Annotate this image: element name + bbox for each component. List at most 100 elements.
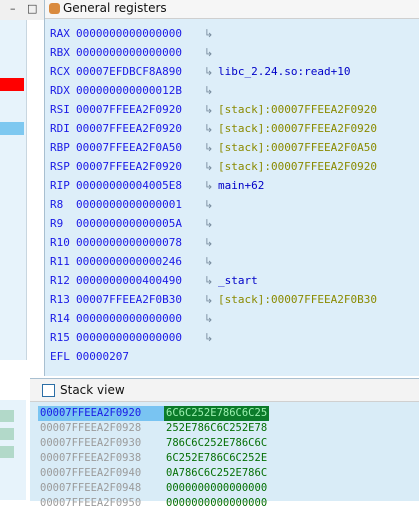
register-row[interactable]: RDI 00007FFEEA2F0920 ↳ [stack]:00007FFEEA2F… <box>50 119 377 138</box>
register-name: RSI <box>50 103 70 116</box>
stack-value: 786C6C252E786C6C <box>166 437 268 449</box>
register-value[interactable]: 00007FFEEA2F0920 <box>76 119 204 138</box>
register-name: R15 <box>50 331 70 344</box>
register-row[interactable]: RCX 00007EFDBCF8A890 ↳ libc_2.24.so:read+10 <box>50 62 377 81</box>
stack-row[interactable]: 00007FFEEA2F0928 252E786C6C252E78 <box>38 421 269 436</box>
stack-address: 00007FFEEA2F0920 <box>38 406 164 421</box>
register-name: R12 <box>50 274 70 287</box>
jump-arrow-icon[interactable]: ↳ <box>204 233 218 252</box>
register-comment: [stack]:00007FFEEA2F0920 <box>218 122 377 135</box>
register-value[interactable]: 000000000000005A <box>76 214 204 233</box>
register-name: RAX <box>50 27 70 40</box>
register-row[interactable]: RBX 0000000000000000 ↳ <box>50 43 377 62</box>
register-name: R8 <box>50 198 64 211</box>
register-row[interactable]: EFL 00000207 <box>50 347 377 366</box>
stack-row[interactable]: 00007FFEEA2F0938 6C252E786C6C252E <box>38 451 269 466</box>
jump-arrow-icon[interactable]: ↳ <box>204 309 218 328</box>
jump-arrow-icon[interactable]: ↳ <box>204 157 218 176</box>
row-marker <box>0 428 14 440</box>
stack-address: 00007FFEEA2F0938 <box>40 452 142 464</box>
left-pane-strip <box>0 0 27 360</box>
jump-arrow-icon[interactable]: ↳ <box>204 81 218 100</box>
stack-value: 6C252E786C6C252E <box>166 452 268 464</box>
register-row[interactable]: RDX 000000000000012B ↳ <box>50 81 377 100</box>
register-row[interactable]: R9 000000000000005A ↳ <box>50 214 377 233</box>
register-name: RDX <box>50 84 70 97</box>
register-value[interactable]: 0000000000000000 <box>76 309 204 328</box>
restore-button[interactable]: □ <box>27 2 37 15</box>
register-name: R10 <box>50 236 70 249</box>
register-row[interactable]: R8 0000000000000001 ↳ <box>50 195 377 214</box>
jump-arrow-icon[interactable]: ↳ <box>204 328 218 347</box>
row-marker <box>0 446 14 458</box>
register-value[interactable]: 00007FFEEA2F0920 <box>76 157 204 176</box>
register-name: R9 <box>50 217 64 230</box>
register-row[interactable]: R14 0000000000000000 ↳ <box>50 309 377 328</box>
general-registers-panel: General registers RAX 0000000000000000 ↳ RB… <box>44 0 419 376</box>
register-value[interactable]: 0000000000000000 <box>76 328 204 347</box>
left-pane-controls: – □ <box>0 0 44 20</box>
register-row[interactable]: R11 0000000000000246 ↳ <box>50 252 377 271</box>
register-row[interactable]: R15 0000000000000000 ↳ <box>50 328 377 347</box>
jump-arrow-icon[interactable]: ↳ <box>204 214 218 233</box>
register-row[interactable]: RSI 00007FFEEA2F0920 ↳ [stack]:00007FFEEA2F… <box>50 100 377 119</box>
stack-address: 00007FFEEA2F0940 <box>40 467 142 479</box>
register-row[interactable]: RAX 0000000000000000 ↳ <box>50 24 377 43</box>
register-name: RBP <box>50 141 70 154</box>
register-value[interactable]: 0000000000400490 <box>76 271 204 290</box>
panel-title: General registers <box>63 1 167 15</box>
minimize-button[interactable]: – <box>10 2 16 15</box>
stack-row-list: 00007FFEEA2F0920 6C6C252E786C6C25 00007FFE… <box>38 406 270 511</box>
register-comment: main+62 <box>218 179 265 192</box>
register-row[interactable]: R12 0000000000400490 ↳ _start <box>50 271 377 290</box>
stack-value: 0000000000000000 <box>166 497 268 509</box>
register-row[interactable]: R10 0000000000000078 ↳ <box>50 233 377 252</box>
register-value[interactable]: 00000000004005E8 <box>76 176 204 195</box>
register-value[interactable]: 0000000000000078 <box>76 233 204 252</box>
register-value[interactable]: 0000000000000246 <box>76 252 204 271</box>
jump-arrow-icon[interactable]: ↳ <box>204 100 218 119</box>
jump-arrow-icon[interactable]: ↳ <box>204 62 218 81</box>
register-comment: [stack]:00007FFEEA2F0A50 <box>218 141 377 154</box>
register-row[interactable]: RIP 00000000004005E8 ↳ main+62 <box>50 176 377 195</box>
stack-row[interactable]: 00007FFEEA2F0948 0000000000000000 <box>38 481 269 496</box>
stack-value: 252E786C6C252E78 <box>166 422 268 434</box>
register-value[interactable]: 00007FFEEA2F0B30 <box>76 290 204 309</box>
register-value[interactable]: 0000000000000000 <box>76 43 204 62</box>
stack-value: 0A786C6C252E786C <box>166 467 268 479</box>
register-name: EFL <box>50 350 70 363</box>
register-name: RCX <box>50 65 70 78</box>
jump-arrow-icon[interactable]: ↳ <box>204 119 218 138</box>
jump-arrow-icon[interactable]: ↳ <box>204 176 218 195</box>
jump-arrow-icon[interactable]: ↳ <box>204 252 218 271</box>
register-value[interactable]: 000000000000012B <box>76 81 204 100</box>
register-comment: [stack]:00007FFEEA2F0920 <box>218 160 377 173</box>
register-row[interactable]: RBP 00007FFEEA2F0A50 ↳ [stack]:00007FFEEA2F… <box>50 138 377 157</box>
current-line-marker <box>0 122 24 135</box>
register-value[interactable]: 00007FFEEA2F0920 <box>76 100 204 119</box>
jump-arrow-icon[interactable]: ↳ <box>204 24 218 43</box>
jump-arrow-icon[interactable]: ↳ <box>204 271 218 290</box>
register-value[interactable]: 0000000000000001 <box>76 195 204 214</box>
jump-arrow-icon[interactable]: ↳ <box>204 195 218 214</box>
stack-row[interactable]: 00007FFEEA2F0930 786C6C252E786C6C <box>38 436 269 451</box>
stack-row[interactable]: 00007FFEEA2F0950 0000000000000000 <box>38 496 269 511</box>
stack-address: 00007FFEEA2F0950 <box>40 497 142 509</box>
register-row[interactable]: R13 00007FFEEA2F0B30 ↳ [stack]:00007FFEEA2F… <box>50 290 377 309</box>
register-value[interactable]: 00000207 <box>76 347 204 366</box>
row-marker <box>0 410 14 422</box>
stack-row[interactable]: 00007FFEEA2F0940 0A786C6C252E786C <box>38 466 269 481</box>
register-comment: [stack]:00007FFEEA2F0920 <box>218 103 377 116</box>
bug-icon <box>49 3 60 14</box>
stack-icon <box>42 384 55 397</box>
jump-arrow-icon[interactable]: ↳ <box>204 290 218 309</box>
register-value[interactable]: 0000000000000000 <box>76 24 204 43</box>
jump-arrow-icon[interactable]: ↳ <box>204 138 218 157</box>
register-row[interactable]: RSP 00007FFEEA2F0920 ↳ [stack]:00007FFEEA2F… <box>50 157 377 176</box>
jump-arrow-icon[interactable]: ↳ <box>204 43 218 62</box>
stack-value: 0000000000000000 <box>166 482 268 494</box>
register-value[interactable]: 00007EFDBCF8A890 <box>76 62 204 81</box>
stack-row[interactable]: 00007FFEEA2F0920 6C6C252E786C6C25 <box>38 406 270 421</box>
register-value[interactable]: 00007FFEEA2F0A50 <box>76 138 204 157</box>
breakpoint-marker <box>0 78 24 91</box>
